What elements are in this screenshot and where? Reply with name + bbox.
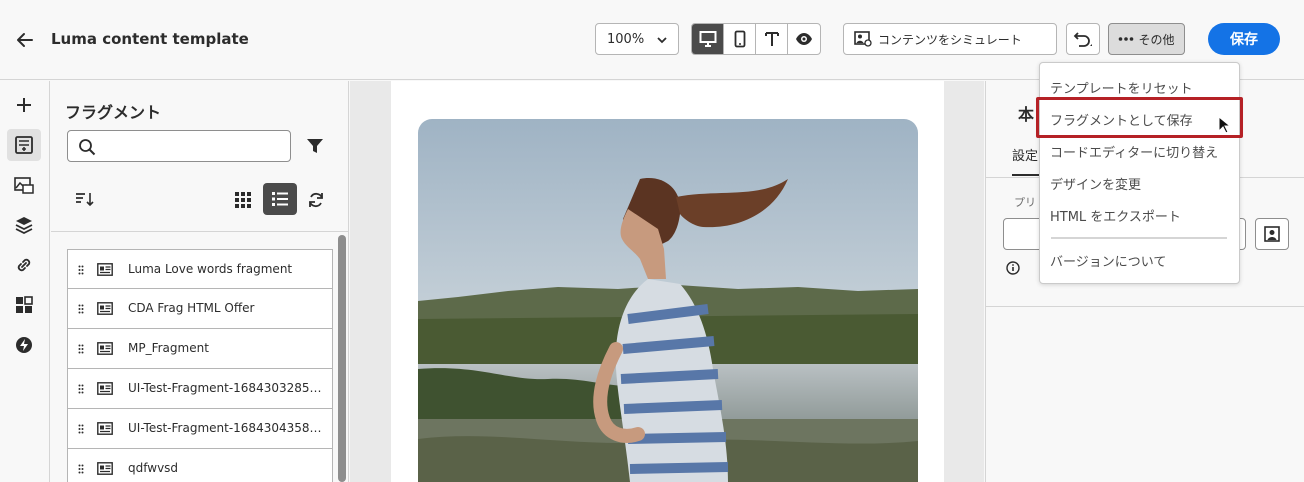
fragment-icon [97,263,113,276]
arrow-left-icon [17,33,33,47]
highlight-box [1036,97,1243,138]
more-label: その他 [1138,32,1175,47]
list-view-button[interactable] [263,183,297,215]
fragment-list-item[interactable]: CDA Frag HTML Offer [67,289,333,329]
editor-canvas [350,81,984,482]
simulate-content-label: コンテンツをシミュレート [878,32,1022,47]
desktop-view-button[interactable] [692,24,724,54]
runner-photo [418,119,918,482]
fragment-list-item[interactable]: Luma Love words fragment [67,249,333,289]
rail-dynamic-button[interactable] [7,329,41,361]
info-icon [1006,261,1020,275]
undo-icon [1073,32,1092,47]
panel-divider [51,231,348,232]
back-button[interactable] [12,27,38,53]
fragment-icon [97,342,113,355]
tab-settings[interactable]: 設定 [1012,145,1038,164]
fragment-list: Luma Love words fragment CDA Frag HTML Of… [67,249,333,482]
rail-assets-button[interactable] [7,169,41,201]
email-body[interactable] [391,81,944,482]
personalization-icon [1264,226,1280,242]
add-button[interactable] [7,89,41,121]
add-icon [17,98,31,112]
components-icon [16,296,33,313]
fragment-icon [97,462,113,475]
layers-icon [15,217,33,235]
lightning-icon [16,337,32,353]
simulate-content-button[interactable]: コンテンツをシミュレート [843,23,1057,55]
properties-title: 本 [1018,105,1035,124]
fragment-name: Luma Love words fragment [128,262,293,276]
eye-icon [796,33,812,45]
refresh-icon[interactable] [307,191,325,209]
drag-handle-icon[interactable] [78,344,84,354]
fragment-name: UI-Test-Fragment-168430435899... [128,421,326,435]
assets-icon [14,177,34,194]
personalization-button[interactable] [1255,218,1289,250]
left-rail [0,81,50,482]
drag-handle-icon[interactable] [78,384,84,394]
fragment-icon [97,382,113,395]
fragment-list-item[interactable]: MP_Fragment [67,329,333,369]
menu-item-export-html[interactable]: HTML をエクスポート [1040,200,1239,230]
rail-components-button[interactable] [7,289,41,321]
hero-image[interactable] [418,119,918,482]
list-view-icon [272,192,288,206]
drag-handle-icon[interactable] [78,464,84,474]
fragment-list-item[interactable]: UI-Test-Fragment-168430328546... [67,369,333,409]
menu-divider [1051,237,1227,239]
more-button[interactable]: その他 [1108,23,1185,55]
grid-view-icon[interactable] [234,191,252,209]
fragment-name: MP_Fragment [128,341,209,355]
search-icon [79,139,96,156]
rail-layers-button[interactable] [7,209,41,241]
text-view-button[interactable] [756,24,788,54]
save-button[interactable]: 保存 [1208,23,1280,55]
field-label: プリ [1014,196,1036,209]
filter-icon[interactable] [306,137,324,155]
fragment-name: UI-Test-Fragment-168430328546... [128,381,326,395]
page-title: Luma content template [51,30,249,48]
fragment-list-item[interactable]: qdfwvsd [67,449,333,482]
more-menu: テンプレートをリセット フラグメントとして保存 コードエディターに切り替え デザ… [1039,62,1240,284]
fragment-list-scrollbar[interactable] [338,235,346,482]
zoom-select[interactable]: 100% [595,23,679,55]
text-icon [764,32,779,46]
fragments-title: フラグメント [65,103,162,122]
fragment-icon [97,422,113,435]
mobile-view-button[interactable] [724,24,756,54]
drag-handle-icon[interactable] [78,304,84,314]
fragment-icon [97,302,113,315]
fragments-icon [15,136,33,154]
preview-button[interactable] [788,24,820,54]
tab-active-indicator [1012,174,1040,176]
rail-fragments-button[interactable] [7,129,41,161]
fragment-search-input[interactable] [67,130,291,162]
fragment-name: CDA Frag HTML Offer [128,301,255,315]
drag-handle-icon[interactable] [78,265,84,275]
drag-handle-icon[interactable] [78,424,84,434]
simulate-icon [854,31,872,47]
view-mode-group [691,23,821,55]
desktop-icon [699,31,716,47]
link-icon [17,258,31,272]
undo-button[interactable] [1066,23,1100,55]
menu-item-switch-code-editor[interactable]: コードエディターに切り替え [1040,136,1239,166]
mouse-cursor-icon [1218,116,1230,134]
fragment-list-item[interactable]: UI-Test-Fragment-168430435899... [67,409,333,449]
section-divider [986,306,1304,307]
rail-links-button[interactable] [7,249,41,281]
more-icon [1119,37,1134,41]
zoom-value: 100% [607,31,645,47]
menu-item-change-design[interactable]: デザインを変更 [1040,168,1239,198]
mobile-icon [734,30,745,48]
sort-icon[interactable] [75,191,95,207]
menu-item-about-version[interactable]: バージョンについて [1040,245,1239,275]
fragments-panel: フラグメント Luma Love words fragment CDA Frag … [51,81,349,482]
fragment-name: qdfwvsd [128,461,179,475]
chevron-down-icon [657,37,667,44]
